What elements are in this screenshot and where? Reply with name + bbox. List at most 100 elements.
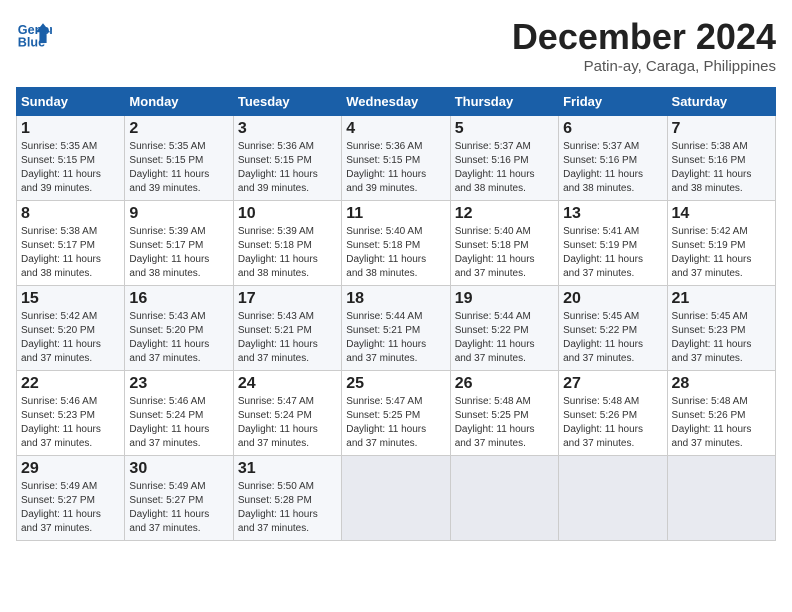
day-number: 1 bbox=[21, 120, 120, 138]
day-number: 27 bbox=[563, 375, 662, 393]
location: Patin-ay, Caraga, Philippines bbox=[512, 58, 776, 75]
day-info: Sunrise: 5:45 AM Sunset: 5:22 PM Dayligh… bbox=[563, 310, 662, 366]
month-title: December 2024 bbox=[512, 16, 776, 58]
day-info: Sunrise: 5:36 AM Sunset: 5:15 PM Dayligh… bbox=[346, 140, 445, 196]
table-row: 13Sunrise: 5:41 AM Sunset: 5:19 PM Dayli… bbox=[559, 201, 667, 286]
day-number: 19 bbox=[455, 290, 554, 308]
table-row: 14 Sunrise: 5:42 AM Sunset: 5:19 PM Dayli… bbox=[667, 201, 775, 286]
table-row: 1 Sunrise: 5:35 AM Sunset: 5:15 PM Daylig… bbox=[17, 116, 125, 201]
day-info: Sunrise: 5:45 AM Sunset: 5:23 PM Dayligh… bbox=[672, 310, 771, 366]
day-info: Sunrise: 5:46 AM Sunset: 5:24 PM Dayligh… bbox=[129, 395, 228, 451]
table-row bbox=[450, 456, 558, 541]
table-row: 9 Sunrise: 5:39 AM Sunset: 5:17 PM Daylig… bbox=[125, 201, 233, 286]
title-area: December 2024 Patin-ay, Caraga, Philippi… bbox=[512, 16, 776, 75]
table-row: 15 Sunrise: 5:42 AM Sunset: 5:20 PM Dayli… bbox=[17, 286, 125, 371]
table-row: 6 Sunrise: 5:37 AM Sunset: 5:16 PM Daylig… bbox=[559, 116, 667, 201]
day-number: 3 bbox=[238, 120, 337, 138]
table-row: 19 Sunrise: 5:44 AM Sunset: 5:22 PM Dayli… bbox=[450, 286, 558, 371]
table-row: 30 Sunrise: 5:49 AM Sunset: 5:27 PM Dayli… bbox=[125, 456, 233, 541]
table-row bbox=[667, 456, 775, 541]
table-row: 26 Sunrise: 5:48 AM Sunset: 5:25 PM Dayli… bbox=[450, 371, 558, 456]
day-number: 15 bbox=[21, 290, 120, 308]
day-number: 2 bbox=[129, 120, 228, 138]
day-info: Sunrise: 5:43 AM Sunset: 5:20 PM Dayligh… bbox=[129, 310, 228, 366]
day-number: 12 bbox=[455, 205, 554, 223]
calendar-week-2: 8 Sunrise: 5:38 AM Sunset: 5:17 PM Daylig… bbox=[17, 201, 776, 286]
col-wednesday: Wednesday bbox=[342, 88, 450, 116]
page-header: General Blue December 2024 Patin-ay, Car… bbox=[16, 16, 776, 75]
calendar-table: Sunday Monday Tuesday Wednesday Thursday… bbox=[16, 87, 776, 541]
day-info: Sunrise: 5:35 AM Sunset: 5:15 PM Dayligh… bbox=[129, 140, 228, 196]
day-info: Sunrise: 5:47 AM Sunset: 5:25 PM Dayligh… bbox=[346, 395, 445, 451]
day-info: Sunrise: 5:36 AM Sunset: 5:15 PM Dayligh… bbox=[238, 140, 337, 196]
day-info: Sunrise: 5:47 AM Sunset: 5:24 PM Dayligh… bbox=[238, 395, 337, 451]
table-row: 11Sunrise: 5:40 AM Sunset: 5:18 PM Dayli… bbox=[342, 201, 450, 286]
calendar-week-1: 1 Sunrise: 5:35 AM Sunset: 5:15 PM Daylig… bbox=[17, 116, 776, 201]
table-row: 5Sunrise: 5:37 AM Sunset: 5:16 PM Daylig… bbox=[450, 116, 558, 201]
table-row: 20 Sunrise: 5:45 AM Sunset: 5:22 PM Dayli… bbox=[559, 286, 667, 371]
table-row: 7Sunrise: 5:38 AM Sunset: 5:16 PM Daylig… bbox=[667, 116, 775, 201]
day-info: Sunrise: 5:39 AM Sunset: 5:17 PM Dayligh… bbox=[129, 225, 228, 281]
table-row: 23 Sunrise: 5:46 AM Sunset: 5:24 PM Dayli… bbox=[125, 371, 233, 456]
day-info: Sunrise: 5:43 AM Sunset: 5:21 PM Dayligh… bbox=[238, 310, 337, 366]
logo-icon: General Blue bbox=[16, 16, 52, 52]
day-info: Sunrise: 5:44 AM Sunset: 5:22 PM Dayligh… bbox=[455, 310, 554, 366]
day-number: 4 bbox=[346, 120, 445, 138]
day-info: Sunrise: 5:48 AM Sunset: 5:26 PM Dayligh… bbox=[563, 395, 662, 451]
col-friday: Friday bbox=[559, 88, 667, 116]
day-number: 9 bbox=[129, 205, 228, 223]
day-number: 7 bbox=[672, 120, 771, 138]
table-row bbox=[559, 456, 667, 541]
day-number: 14 bbox=[672, 205, 771, 223]
day-info: Sunrise: 5:50 AM Sunset: 5:28 PM Dayligh… bbox=[238, 480, 337, 536]
col-thursday: Thursday bbox=[450, 88, 558, 116]
table-row: 4 Sunrise: 5:36 AM Sunset: 5:15 PM Daylig… bbox=[342, 116, 450, 201]
day-info: Sunrise: 5:37 AM Sunset: 5:16 PM Dayligh… bbox=[455, 140, 554, 196]
day-number: 30 bbox=[129, 460, 228, 478]
day-number: 22 bbox=[21, 375, 120, 393]
table-row: 22 Sunrise: 5:46 AM Sunset: 5:23 PM Dayli… bbox=[17, 371, 125, 456]
day-number: 23 bbox=[129, 375, 228, 393]
day-info: Sunrise: 5:42 AM Sunset: 5:20 PM Dayligh… bbox=[21, 310, 120, 366]
table-row: 25Sunrise: 5:47 AM Sunset: 5:25 PM Dayli… bbox=[342, 371, 450, 456]
day-info: Sunrise: 5:49 AM Sunset: 5:27 PM Dayligh… bbox=[21, 480, 120, 536]
calendar-week-3: 15 Sunrise: 5:42 AM Sunset: 5:20 PM Dayli… bbox=[17, 286, 776, 371]
day-info: Sunrise: 5:35 AM Sunset: 5:15 PM Dayligh… bbox=[21, 140, 120, 196]
day-info: Sunrise: 5:49 AM Sunset: 5:27 PM Dayligh… bbox=[129, 480, 228, 536]
table-row: 28Sunrise: 5:48 AM Sunset: 5:26 PM Dayli… bbox=[667, 371, 775, 456]
col-sunday: Sunday bbox=[17, 88, 125, 116]
day-number: 16 bbox=[129, 290, 228, 308]
day-number: 20 bbox=[563, 290, 662, 308]
day-number: 8 bbox=[21, 205, 120, 223]
col-saturday: Saturday bbox=[667, 88, 775, 116]
table-row: 2 Sunrise: 5:35 AM Sunset: 5:15 PM Daylig… bbox=[125, 116, 233, 201]
day-info: Sunrise: 5:37 AM Sunset: 5:16 PM Dayligh… bbox=[563, 140, 662, 196]
day-number: 29 bbox=[21, 460, 120, 478]
day-number: 24 bbox=[238, 375, 337, 393]
table-row: 21 Sunrise: 5:45 AM Sunset: 5:23 PM Dayli… bbox=[667, 286, 775, 371]
header-row: Sunday Monday Tuesday Wednesday Thursday… bbox=[17, 88, 776, 116]
day-info: Sunrise: 5:48 AM Sunset: 5:25 PM Dayligh… bbox=[455, 395, 554, 451]
day-number: 26 bbox=[455, 375, 554, 393]
calendar-week-5: 29 Sunrise: 5:49 AM Sunset: 5:27 PM Dayli… bbox=[17, 456, 776, 541]
table-row bbox=[342, 456, 450, 541]
col-tuesday: Tuesday bbox=[233, 88, 341, 116]
logo: General Blue bbox=[16, 16, 52, 52]
table-row: 29 Sunrise: 5:49 AM Sunset: 5:27 PM Dayli… bbox=[17, 456, 125, 541]
day-number: 18 bbox=[346, 290, 445, 308]
day-info: Sunrise: 5:46 AM Sunset: 5:23 PM Dayligh… bbox=[21, 395, 120, 451]
day-info: Sunrise: 5:42 AM Sunset: 5:19 PM Dayligh… bbox=[672, 225, 771, 281]
day-number: 21 bbox=[672, 290, 771, 308]
table-row: 3 Sunrise: 5:36 AM Sunset: 5:15 PM Daylig… bbox=[233, 116, 341, 201]
day-info: Sunrise: 5:40 AM Sunset: 5:18 PM Dayligh… bbox=[346, 225, 445, 281]
table-row: 16 Sunrise: 5:43 AM Sunset: 5:20 PM Dayli… bbox=[125, 286, 233, 371]
col-monday: Monday bbox=[125, 88, 233, 116]
table-row: 10 Sunrise: 5:39 AM Sunset: 5:18 PM Dayli… bbox=[233, 201, 341, 286]
day-number: 6 bbox=[563, 120, 662, 138]
day-number: 10 bbox=[238, 205, 337, 223]
table-row: 8 Sunrise: 5:38 AM Sunset: 5:17 PM Daylig… bbox=[17, 201, 125, 286]
day-info: Sunrise: 5:38 AM Sunset: 5:17 PM Dayligh… bbox=[21, 225, 120, 281]
day-info: Sunrise: 5:39 AM Sunset: 5:18 PM Dayligh… bbox=[238, 225, 337, 281]
day-number: 17 bbox=[238, 290, 337, 308]
calendar-week-4: 22 Sunrise: 5:46 AM Sunset: 5:23 PM Dayli… bbox=[17, 371, 776, 456]
